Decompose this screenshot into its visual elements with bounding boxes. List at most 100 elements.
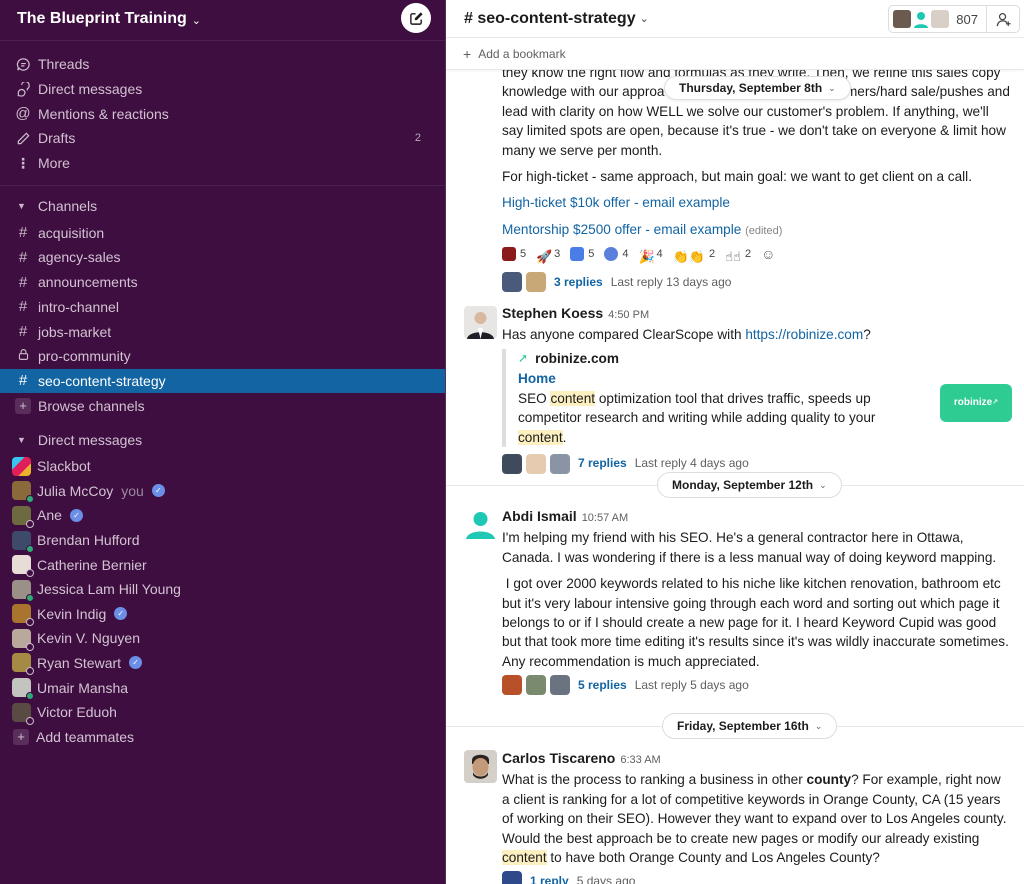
sidebar-item-pro-community[interactable]: pro-community	[0, 344, 445, 369]
sidebar-item-label: Direct messages	[38, 81, 143, 98]
rocket-emoji-icon: 🚀	[536, 249, 553, 265]
day-divider-pill[interactable]: Friday, September 16th ⌄	[662, 713, 838, 739]
dm-list: Slackbot Julia McCoy you ✓ Ane ✓ Brendan…	[0, 454, 445, 749]
dm-item-julia-mccoy[interactable]: Julia McCoy you ✓	[0, 479, 445, 504]
sidebar-item-label: Drafts	[38, 130, 76, 147]
message: Stephen Koess 4:50 PM Has anyone compared…	[502, 304, 1012, 475]
day-label: Thursday, September 8th	[679, 81, 823, 95]
dm-item-slackbot[interactable]: Slackbot	[0, 454, 445, 479]
presence-away-icon	[26, 569, 34, 578]
day-divider-pill[interactable]: Monday, September 12th ⌄	[657, 472, 842, 498]
channel-title[interactable]: # seo-content-strategy	[464, 10, 636, 28]
avatar[interactable]	[464, 508, 497, 541]
channels-header-label: Channels	[37, 198, 98, 215]
message-continuation: they know the right flow and formulas as…	[502, 70, 1010, 293]
channels-section-header[interactable]: ▼ Channels	[0, 194, 445, 218]
reaction[interactable]: 5	[570, 245, 594, 264]
dm-name: Catherine Bernier	[37, 556, 147, 573]
dm-item-kevin-v-nguyen[interactable]: Kevin V. Nguyen	[0, 626, 445, 651]
reaction[interactable]: 🎉 4	[639, 245, 663, 265]
workspace-header[interactable]: The Blueprint Training ⌄	[0, 0, 445, 38]
dm-item-victor-eduoh[interactable]: Victor Eduoh	[0, 700, 445, 725]
sidebar-item-seo-content-strategy[interactable]: # seo-content-strategy	[0, 368, 445, 394]
lock-icon	[15, 348, 31, 365]
browse-channels-button[interactable]: + Browse channels	[0, 393, 445, 418]
reaction[interactable]: ☝☝ 2	[725, 245, 752, 265]
hash-icon: #	[18, 323, 28, 341]
sidebar-item-agency-sales[interactable]: # agency-sales	[0, 245, 445, 270]
preview-title[interactable]: Home	[518, 369, 1010, 389]
reaction[interactable]: 5	[502, 245, 526, 264]
add-teammates-button[interactable]: + Add teammates	[0, 724, 445, 749]
verified-icon: ✓	[129, 656, 143, 670]
reaction-count: 2	[709, 247, 716, 260]
sidebar-item-more[interactable]: ⋮ More	[0, 151, 445, 176]
dm-item-ane[interactable]: Ane ✓	[0, 503, 445, 528]
replies-link[interactable]: 5 replies	[578, 676, 627, 695]
sidebar-item-threads[interactable]: Threads	[0, 52, 445, 77]
reaction[interactable]: 4	[604, 245, 629, 264]
day-label: Friday, September 16th	[677, 719, 809, 733]
timestamp[interactable]: 10:57 AM	[582, 512, 628, 524]
dm-item-kevin-indig[interactable]: Kevin Indig ✓	[0, 602, 445, 627]
preview-thumbnail[interactable]: robinize ↗	[940, 383, 1012, 422]
add-reaction-button[interactable]: ☺	[761, 245, 775, 264]
add-people-button[interactable]	[987, 11, 1019, 28]
replies-link[interactable]: 7 replies	[578, 454, 627, 473]
sidebar-item-intro-channel[interactable]: # intro-channel	[0, 295, 445, 320]
sidebar-item-jobs-market[interactable]: # jobs-market	[0, 319, 445, 344]
reaction-count: 4	[656, 247, 663, 260]
timestamp[interactable]: 4:50 PM	[608, 309, 649, 321]
message-link[interactable]: High-ticket $10k offer - email example	[502, 195, 730, 210]
presence-online-icon	[26, 544, 34, 553]
thread-summary[interactable]: 5 replies Last reply 5 days ago	[502, 674, 1010, 696]
avatar	[931, 10, 950, 28]
dm-item-brendan-hufford[interactable]: Brendan Hufford	[0, 528, 445, 553]
sidebar-item-label: Threads	[38, 56, 90, 73]
sidebar-item-direct-messages[interactable]: Direct messages	[0, 77, 445, 102]
chevron-down-icon[interactable]: ⌄	[640, 12, 649, 25]
avatar	[12, 481, 34, 504]
sidebar-item-acquisition[interactable]: # acquisition	[0, 220, 445, 245]
avatar[interactable]	[464, 750, 497, 783]
channel-name: pro-community	[38, 348, 131, 365]
hash-icon: #	[18, 248, 28, 266]
dm-item-jessica-lam-hill-young[interactable]: Jessica Lam Hill Young	[0, 577, 445, 602]
members-button[interactable]: 807	[888, 5, 1020, 33]
avatar[interactable]	[464, 306, 497, 339]
sidebar-nav: Threads Direct messages @ Mentions & rea…	[0, 40, 445, 187]
avatar	[12, 530, 34, 553]
reaction[interactable]: 🚀 3	[536, 245, 560, 265]
add-teammates-label: Add teammates	[36, 728, 135, 745]
dm-name: Umair Mansha	[37, 679, 129, 696]
thread-summary[interactable]: 1 reply 5 days ago	[502, 870, 1010, 884]
dm-item-umair-mansha[interactable]: Umair Mansha	[0, 675, 445, 701]
last-reply: Last reply 5 days ago	[634, 677, 749, 692]
add-bookmark-button[interactable]: + Add a bookmark	[446, 38, 1024, 70]
reaction-count: 2	[744, 247, 752, 260]
preview-description: SEO content optimization tool that drive…	[518, 390, 876, 445]
timestamp[interactable]: 6:33 AM	[620, 754, 660, 766]
sidebar-item-announcements[interactable]: # announcements	[0, 270, 445, 295]
dm-item-catherine-bernier[interactable]: Catherine Bernier	[0, 552, 445, 578]
message-link[interactable]: Mentorship $2500 offer - email example	[502, 222, 741, 237]
replies-link[interactable]: 1 reply	[530, 872, 569, 884]
dm-item-ryan-stewart[interactable]: Ryan Stewart ✓	[0, 651, 445, 676]
compose-button[interactable]	[401, 3, 431, 33]
thread-summary[interactable]: 3 replies Last reply 13 days ago	[502, 271, 1010, 293]
reaction-bar: 5 🚀 3 5 4 🎉 4 👏👏 2 ☝☝ 2 ☺	[502, 243, 1010, 265]
reaction[interactable]: 👏👏 2	[673, 245, 716, 265]
sidebar-item-mentions[interactable]: @ Mentions & reactions	[0, 101, 445, 126]
sender-name[interactable]: Carlos Tiscareno	[502, 750, 615, 766]
sender-name[interactable]: Abdi Ismail	[502, 508, 577, 524]
chevron-down-icon: ⌄	[191, 14, 201, 27]
hash-icon: #	[18, 372, 28, 390]
message-link[interactable]: https://robinize.com	[745, 327, 863, 342]
sidebar-item-drafts[interactable]: Drafts 2	[0, 126, 445, 151]
dm-section-header[interactable]: ▼ Direct messages	[0, 428, 445, 452]
workspace-name[interactable]: The Blueprint Training	[17, 10, 187, 28]
drafts-count: 2	[414, 132, 421, 145]
sender-name[interactable]: Stephen Koess	[502, 305, 603, 321]
day-divider-pill[interactable]: Thursday, September 8th ⌄	[664, 76, 851, 100]
replies-link[interactable]: 3 replies	[554, 273, 603, 292]
